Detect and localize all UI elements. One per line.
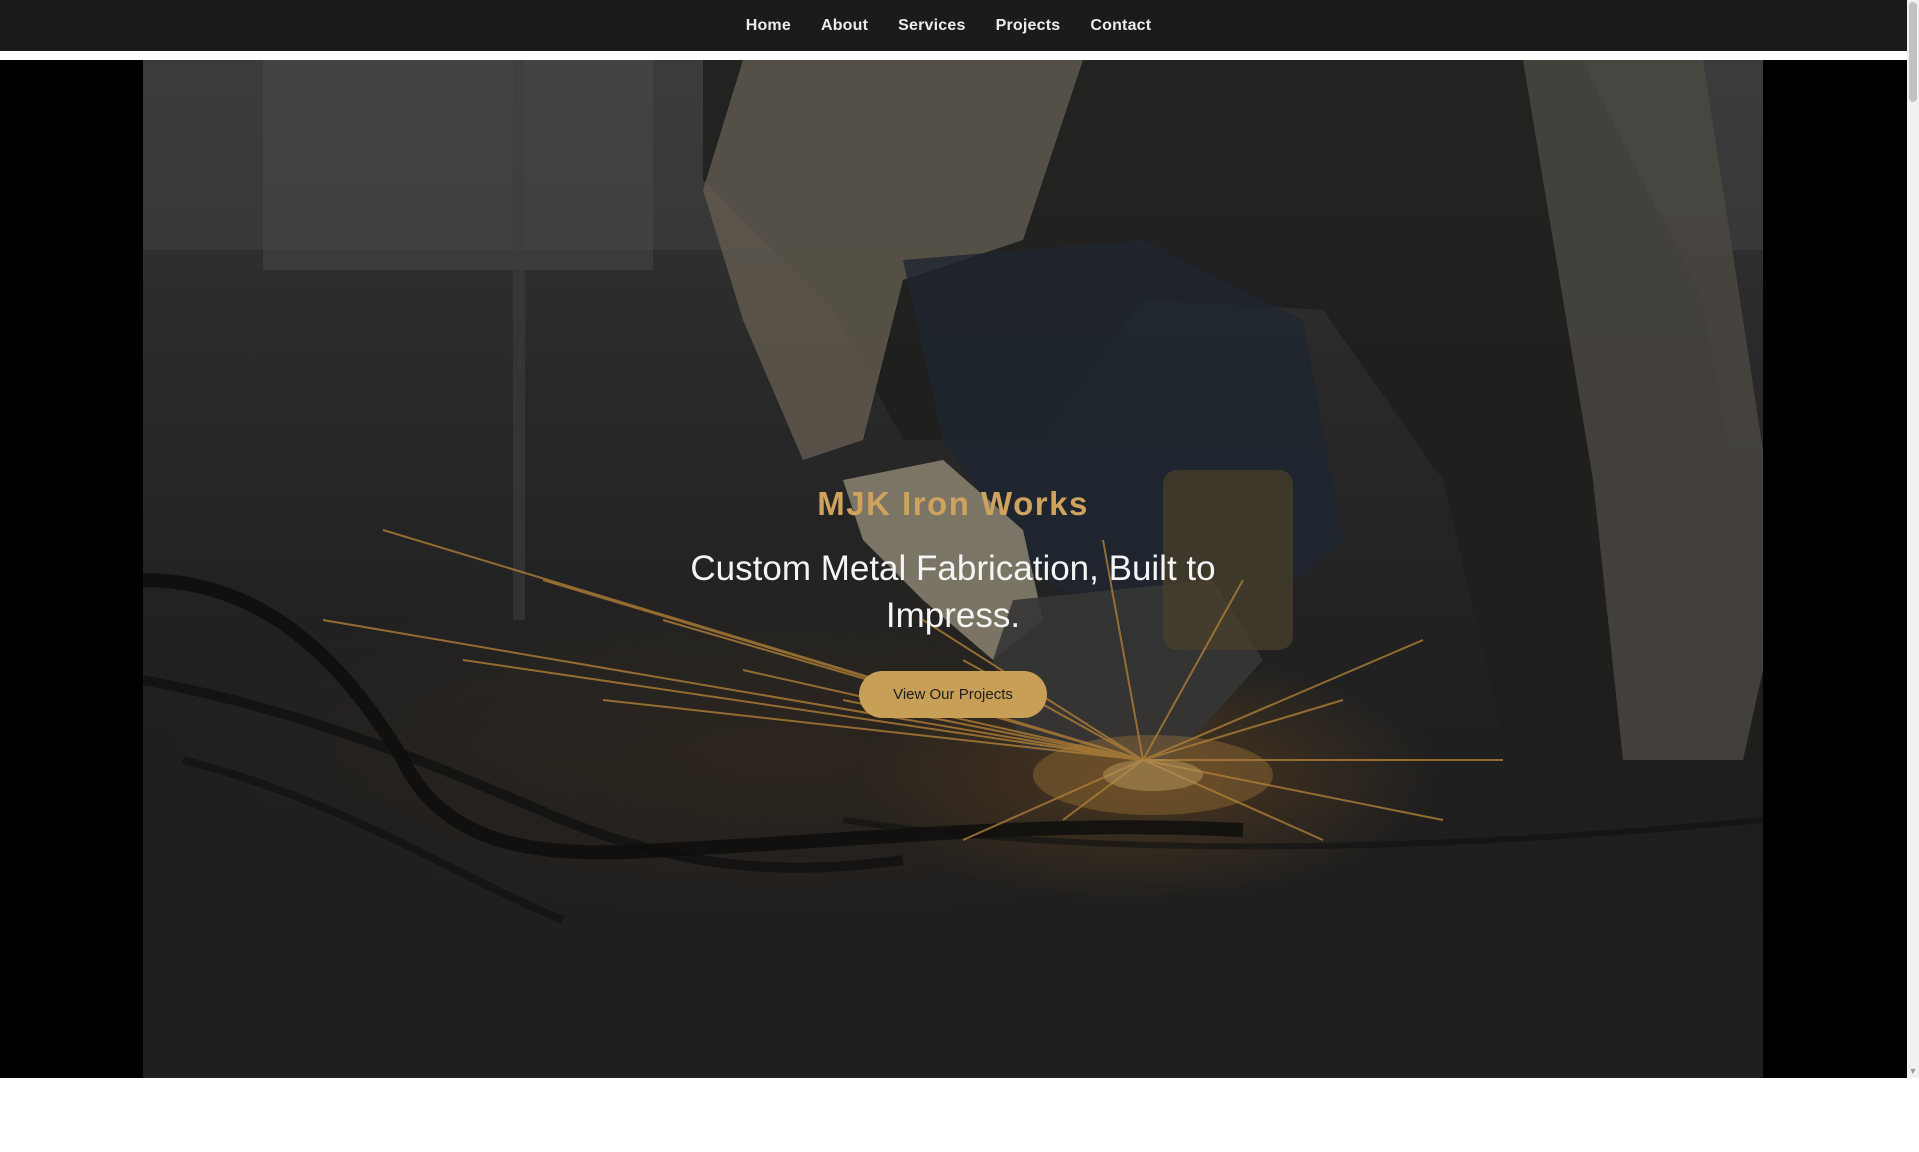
scrollbar-thumb[interactable] [1909,2,1917,102]
hero-brand-title: MJK Iron Works [817,485,1089,522]
scroll-down-arrow-icon[interactable]: ▼ [1908,1066,1918,1076]
hero-tagline: Custom Metal Fabrication, Built to Impre… [690,549,1216,635]
nav-link-home[interactable]: Home [746,17,791,35]
page-scrollbar[interactable]: ▼ [1907,0,1919,1078]
nav-link-services[interactable]: Services [898,17,965,35]
hero-content: MJK Iron Works Custom Metal Fabrication,… [143,60,1763,1078]
nav-link-projects[interactable]: Projects [996,17,1061,35]
nav-links: Home About Services Projects Contact [746,17,1152,35]
hero-background-image: MJK Iron Works Custom Metal Fabrication,… [143,60,1763,1078]
hero-section: MJK Iron Works Custom Metal Fabrication,… [0,60,1907,1078]
view-projects-button[interactable]: View Our Projects [859,671,1047,718]
nav-link-about[interactable]: About [821,17,868,35]
page: Home About Services Projects Contact MJK… [0,0,1919,1152]
top-navigation: Home About Services Projects Contact [0,0,1907,51]
nav-link-contact[interactable]: Contact [1090,17,1151,35]
